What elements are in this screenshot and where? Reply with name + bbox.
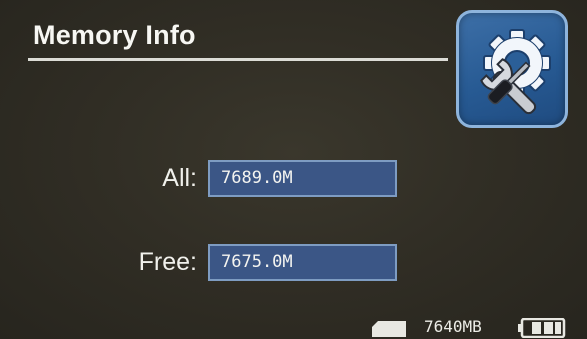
all-memory-label: All: bbox=[162, 164, 197, 192]
sd-card-icon bbox=[372, 321, 406, 337]
free-memory-label: Free: bbox=[138, 248, 197, 276]
battery-icon bbox=[518, 318, 566, 338]
status-bar: 7640MB bbox=[0, 312, 587, 339]
settings-wrench-gear-icon bbox=[480, 29, 551, 115]
free-memory-value: 7675.0M bbox=[208, 244, 397, 281]
storage-capacity: 7640MB bbox=[424, 317, 482, 336]
title-divider bbox=[28, 58, 448, 61]
memory-info-screen: Memory Info All: 7689.0M Free: 7675.0M 7… bbox=[0, 0, 587, 339]
all-memory-value: 7689.0M bbox=[208, 160, 397, 197]
settings-button[interactable] bbox=[456, 10, 568, 128]
page-title: Memory Info bbox=[33, 20, 196, 50]
